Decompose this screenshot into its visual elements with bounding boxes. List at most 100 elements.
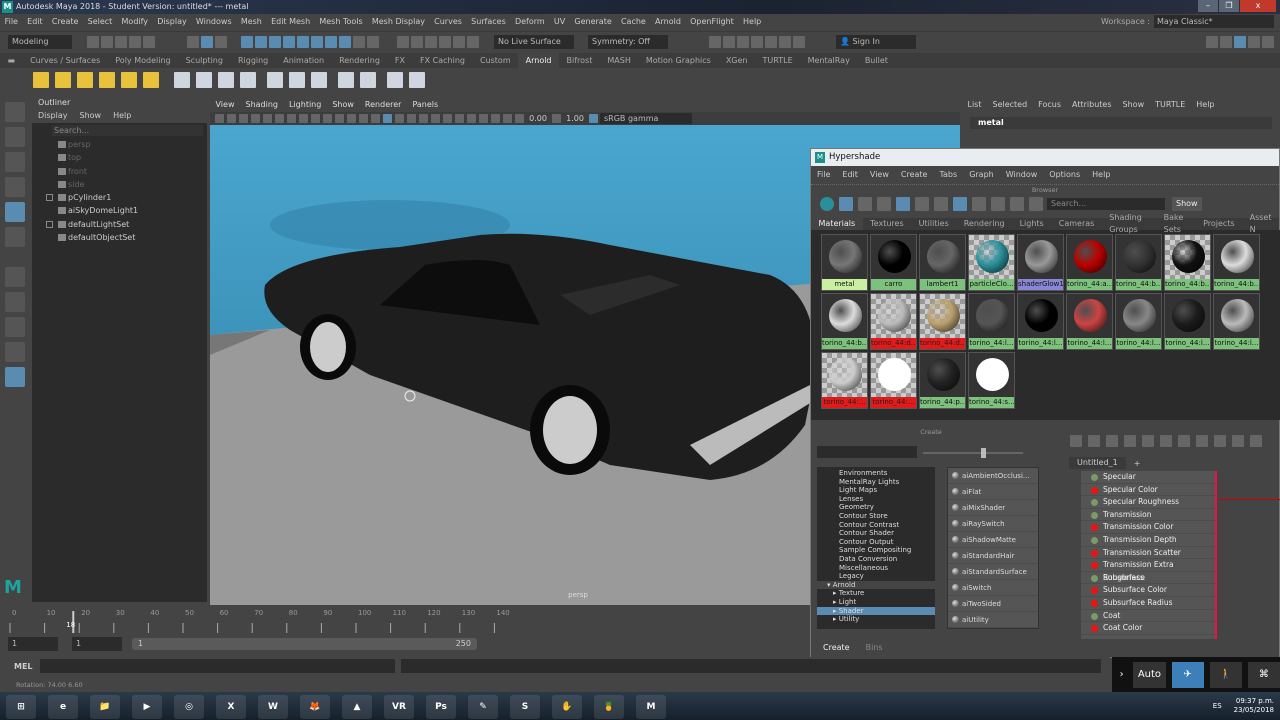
add-graph-tab-button[interactable]: + xyxy=(1126,459,1149,468)
full-mode-icon[interactable] xyxy=(1250,435,1262,447)
history-icon[interactable] xyxy=(397,36,409,48)
gamma-icon[interactable] xyxy=(552,114,561,123)
category-item[interactable]: Sample Compositing xyxy=(817,546,935,555)
node-type-item[interactable]: aiFlat xyxy=(948,484,1038,500)
taskbar-app-icon[interactable]: ▲ xyxy=(342,695,372,719)
taskbar-app-icon[interactable]: 🍍 xyxy=(594,695,624,719)
new-scene-icon[interactable] xyxy=(87,36,99,48)
outliner-layout-icon[interactable] xyxy=(5,367,25,387)
attribute-row[interactable]: Subsurface Color xyxy=(1081,584,1215,597)
grease-pencil-icon[interactable] xyxy=(263,114,272,123)
hypershade-menu-help[interactable]: Help xyxy=(1086,166,1116,184)
material-swatch[interactable]: torino_44:l... xyxy=(1017,293,1064,350)
dof-icon[interactable] xyxy=(467,114,476,123)
taskbar-app-icon[interactable]: W xyxy=(258,695,288,719)
playback-start-field[interactable]: 1 xyxy=(72,637,122,651)
safe-title-icon[interactable] xyxy=(359,114,368,123)
node-type-item[interactable]: aiUtility xyxy=(948,612,1038,628)
material-swatch[interactable]: shaderGlow1 xyxy=(1017,234,1064,291)
hypershade-menu-options[interactable]: Options xyxy=(1043,166,1086,184)
safe-action-icon[interactable] xyxy=(347,114,356,123)
menu-help[interactable]: Help xyxy=(738,14,765,30)
spot-light-icon[interactable] xyxy=(77,72,93,88)
channel-menu-attributes[interactable]: Attributes xyxy=(1067,97,1118,113)
clear-graph-icon[interactable] xyxy=(1124,435,1136,447)
browser-tab-textures[interactable]: Textures xyxy=(863,218,911,230)
outliner-item[interactable]: defaultLightSet xyxy=(32,218,207,231)
browser-tab-cameras[interactable]: Cameras xyxy=(1051,218,1102,230)
browser-search-input[interactable]: Search... xyxy=(1047,198,1165,210)
snap-point-icon[interactable] xyxy=(269,36,281,48)
category-item[interactable]: Contour Output xyxy=(817,538,935,547)
material-swatch[interactable]: metal xyxy=(821,234,868,291)
hypershade-menu-graph[interactable]: Graph xyxy=(963,166,1000,184)
material-swatch[interactable]: torino_44:d... xyxy=(919,293,966,350)
area-light-icon[interactable] xyxy=(55,72,71,88)
mel-label[interactable]: MEL xyxy=(0,662,33,671)
shelf-tab-mentalray[interactable]: MentalRay xyxy=(800,53,857,68)
taskbar-app-icon[interactable]: ◎ xyxy=(174,695,204,719)
category-item[interactable]: Contour Store xyxy=(817,512,935,521)
attribute-row[interactable]: Transmission Depth xyxy=(1081,534,1215,547)
browser-tab-shading-groups[interactable]: Shading Groups xyxy=(1102,212,1156,236)
hypershade-menu-create[interactable]: Create xyxy=(895,166,934,184)
film-gate-icon[interactable] xyxy=(299,114,308,123)
attribute-row[interactable]: Specular Roughness xyxy=(1081,496,1215,509)
menu-generate[interactable]: Generate xyxy=(570,14,617,30)
swatch-size-slider[interactable] xyxy=(923,448,1023,458)
select-lock-icon[interactable] xyxy=(367,36,379,48)
material-swatch[interactable]: torino_44:b... xyxy=(1164,234,1211,291)
minimize-button[interactable]: – xyxy=(1198,0,1218,12)
menu-deform[interactable]: Deform xyxy=(510,14,549,30)
refresh-icon[interactable] xyxy=(1010,197,1024,211)
select-object-icon[interactable] xyxy=(201,36,213,48)
viewport-menu-view[interactable]: View xyxy=(210,98,240,112)
node-type-item[interactable]: aiSwitch xyxy=(948,580,1038,596)
taskbar-app-icon[interactable]: S xyxy=(510,695,540,719)
resolution-gate-icon[interactable] xyxy=(311,114,320,123)
particles-icon[interactable] xyxy=(311,72,327,88)
shelf-tab-mash[interactable]: MASH xyxy=(600,53,638,68)
add-selected-icon[interactable] xyxy=(1142,435,1154,447)
taskbar-app-icon[interactable]: ✋ xyxy=(552,695,582,719)
node-type-item[interactable]: aiTwoSided xyxy=(948,596,1038,612)
paint-select-icon[interactable] xyxy=(5,152,25,172)
export-icon[interactable] xyxy=(267,72,283,88)
keyframe-icon[interactable]: ⌘ xyxy=(1247,661,1280,688)
in-out-connections-icon[interactable] xyxy=(1088,435,1100,447)
category-item[interactable]: Environments xyxy=(817,469,935,478)
select-hierarchy-icon[interactable] xyxy=(187,36,199,48)
shelf-tab-curves-surfaces[interactable]: Curves / Surfaces xyxy=(23,53,108,68)
attribute-row[interactable]: Subsurface Radius xyxy=(1081,597,1215,610)
move-tool-icon[interactable] xyxy=(5,177,25,197)
walk-icon[interactable]: 🚶 xyxy=(1209,661,1242,688)
bookmark-icon[interactable] xyxy=(239,114,248,123)
remove-selected-icon[interactable] xyxy=(1160,435,1172,447)
shadows-icon[interactable] xyxy=(431,114,440,123)
shelf-tab-turtle[interactable]: TURTLE xyxy=(755,53,800,68)
undo-icon[interactable] xyxy=(129,36,141,48)
auto-button[interactable]: Auto xyxy=(1133,661,1166,688)
menu-mesh-display[interactable]: Mesh Display xyxy=(367,14,429,30)
outliner-item[interactable]: pCylinder1 xyxy=(32,191,207,204)
viewport-menu-renderer[interactable]: Renderer xyxy=(359,98,407,112)
skydome-light-icon[interactable] xyxy=(143,72,159,88)
open-scene-icon[interactable] xyxy=(101,36,113,48)
last-tool-icon[interactable] xyxy=(5,267,25,287)
redo-icon[interactable] xyxy=(143,36,155,48)
channel-menu-focus[interactable]: Focus xyxy=(1033,97,1067,113)
magnet-icon[interactable] xyxy=(453,36,465,48)
channel-menu-show[interactable]: Show xyxy=(1117,97,1150,113)
channel-menu-list[interactable]: List xyxy=(962,97,987,113)
simple-mode-icon[interactable] xyxy=(1214,435,1226,447)
color-management-icon[interactable] xyxy=(589,114,598,123)
shelf-tab-custom[interactable]: Custom xyxy=(472,53,518,68)
attribute-row[interactable]: Specular xyxy=(1081,471,1215,484)
menu-select[interactable]: Select xyxy=(83,14,117,30)
taskbar-app-icon[interactable]: ⊞ xyxy=(6,695,36,719)
menu-create[interactable]: Create xyxy=(47,14,83,30)
menu-edit[interactable]: Edit xyxy=(23,14,48,30)
gate-mask-icon[interactable] xyxy=(323,114,332,123)
material-swatch[interactable]: lambert1 xyxy=(919,234,966,291)
start-time-field[interactable]: 1 xyxy=(8,637,58,651)
